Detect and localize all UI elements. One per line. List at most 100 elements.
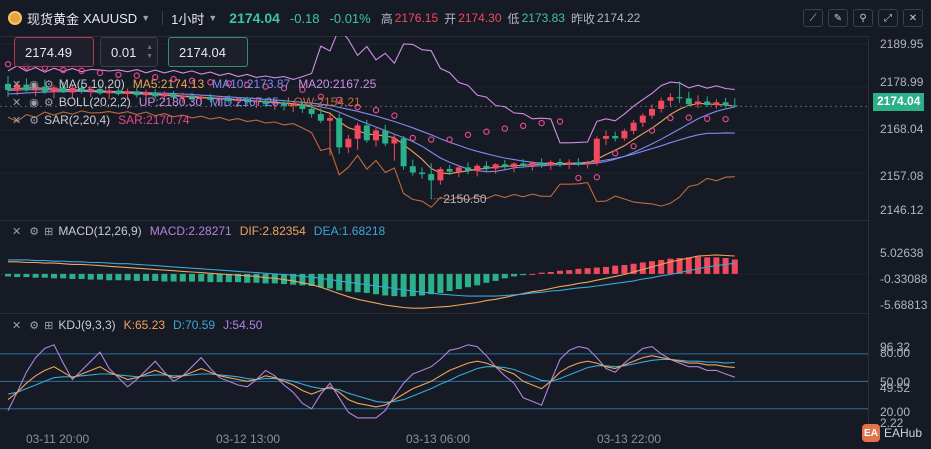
- gear-icon[interactable]: ⚙: [29, 114, 39, 127]
- chevron-down-icon[interactable]: ▼: [208, 13, 217, 23]
- sar-dot: [556, 118, 564, 125]
- dif-value: DIF:2.82354: [239, 224, 306, 238]
- step-input[interactable]: 0.01 ▲ ▼: [100, 37, 158, 67]
- candle-body: [336, 117, 343, 148]
- candle-body: [5, 83, 11, 91]
- candle-body: [667, 97, 674, 101]
- kdj-tick: 49.52: [880, 381, 911, 395]
- instrument-name[interactable]: 现货黄金: [27, 9, 79, 28]
- close-icon[interactable]: ✕: [12, 114, 21, 127]
- pin-button[interactable]: ⚲: [853, 9, 873, 27]
- expand-icon: ⤢: [884, 12, 892, 24]
- time-tick: 03-11 20:00: [26, 432, 90, 446]
- macd-axis[interactable]: 5.02638 -0.33088 -5.68813: [868, 220, 931, 313]
- fullscreen-button[interactable]: ⤢: [878, 9, 898, 27]
- macd-bar: [446, 273, 453, 292]
- candle-body: [409, 166, 416, 173]
- candle-body: [547, 161, 554, 166]
- draw-tool-button[interactable]: ⟋: [803, 9, 823, 27]
- price-input-left[interactable]: 2174.49: [14, 37, 94, 67]
- candle-body: [400, 138, 407, 167]
- macd-bar: [639, 262, 646, 274]
- candle-body: [704, 101, 711, 106]
- time-tick: 03-12 13:00: [216, 432, 281, 446]
- macd-bar: [189, 273, 195, 282]
- sar-name: SAR(2,20,4): [44, 113, 111, 127]
- macd-bar: [603, 266, 609, 274]
- add-icon[interactable]: ⊞: [44, 319, 53, 332]
- eye-icon[interactable]: ◉: [29, 78, 39, 91]
- close-icon[interactable]: ✕: [12, 96, 21, 109]
- macd-bar: [327, 273, 333, 289]
- close-icon[interactable]: ✕: [12, 78, 21, 91]
- boll-legend: ✕ ◉ ⚙ BOLL(20,2,2) UP:2180.30 MID:2167.2…: [12, 95, 369, 109]
- macd-bar: [428, 273, 435, 295]
- close-icon[interactable]: ✕: [12, 319, 21, 332]
- macd-bar: [391, 273, 398, 297]
- macd-tick: -5.68813: [880, 298, 928, 312]
- ma10-value: MA10:2173.87: [212, 77, 291, 91]
- sar-dot: [704, 115, 711, 122]
- time-tick: 03-13 06:00: [406, 432, 471, 446]
- eye-icon[interactable]: ◉: [29, 96, 39, 109]
- close-icon: ✕: [908, 12, 918, 24]
- macd-bar: [658, 259, 665, 274]
- candle-body: [630, 122, 637, 131]
- candle-body: [373, 130, 379, 141]
- gear-icon[interactable]: ⚙: [44, 96, 54, 109]
- price-axis[interactable]: 2189.95 2178.99 2174.04 2168.04 2157.08 …: [868, 36, 931, 220]
- macd-bar: [41, 273, 48, 278]
- prev-close-label: 昨收: [570, 11, 595, 26]
- candle-body: [676, 97, 683, 99]
- macd-bar: [97, 273, 103, 280]
- add-icon[interactable]: ⊞: [44, 225, 53, 238]
- price-tick: 2157.08: [880, 169, 924, 183]
- price-tick: 2178.99: [880, 75, 924, 89]
- candle-body: [731, 105, 738, 107]
- macd-bar: [5, 273, 11, 277]
- kdj-axis[interactable]: 96.32 80.00 50.00 49.52 20.00 2.22: [868, 313, 931, 430]
- macd-bar: [87, 273, 94, 280]
- instrument-symbol[interactable]: XAUUSD: [83, 11, 137, 26]
- candle-body: [603, 136, 609, 139]
- candle-body: [501, 164, 508, 168]
- macd-bar: [722, 258, 729, 274]
- chevron-down-icon[interactable]: ▼: [141, 13, 150, 23]
- price-input-left-value: 2174.49: [25, 44, 72, 60]
- candle-body: [327, 117, 333, 121]
- candle-body: [465, 167, 471, 171]
- candle-body: [612, 136, 619, 139]
- gear-icon[interactable]: ⚙: [44, 78, 54, 91]
- macd-bar: [152, 273, 159, 281]
- macd-bar: [529, 273, 536, 275]
- price-tick: 2168.04: [880, 122, 924, 136]
- macd-bar: [575, 268, 582, 274]
- price-input-right-value: 2174.04: [179, 44, 226, 60]
- boll-mid-value: MID:2167.25: [210, 95, 279, 109]
- kdj-legend: ✕ ⚙ ⊞ KDJ(9,3,3) K:65.23 D:70.59 J:54.50: [12, 318, 270, 332]
- gear-icon[interactable]: ⚙: [29, 319, 39, 332]
- stepper-arrows-icon[interactable]: ▲ ▼: [146, 43, 153, 61]
- candle-body: [474, 165, 481, 171]
- sar-dot: [96, 69, 104, 77]
- last-price: 2174.04: [229, 10, 280, 26]
- sar-dot: [593, 174, 601, 181]
- candle-body: [649, 108, 655, 116]
- ma5-value: MA5:2174.13: [132, 77, 205, 91]
- close-button[interactable]: ✕: [903, 9, 923, 27]
- macd-bar: [437, 273, 444, 293]
- candle-body: [593, 138, 600, 164]
- boll-name: BOLL(20,2,2): [58, 95, 131, 109]
- gear-icon[interactable]: ⚙: [29, 225, 39, 238]
- period-select[interactable]: 1小时: [171, 9, 204, 28]
- logo-badge: EA: [862, 424, 880, 442]
- candle-body: [446, 168, 453, 172]
- macd-bar: [584, 268, 591, 274]
- price-tick: 2189.95: [880, 37, 924, 51]
- sar-dot: [612, 150, 619, 157]
- candle-body: [363, 125, 370, 141]
- close-icon[interactable]: ✕: [12, 225, 21, 238]
- candle-body: [584, 163, 591, 165]
- brush-button[interactable]: ✎: [828, 9, 848, 27]
- price-input-right[interactable]: 2174.04: [168, 37, 248, 67]
